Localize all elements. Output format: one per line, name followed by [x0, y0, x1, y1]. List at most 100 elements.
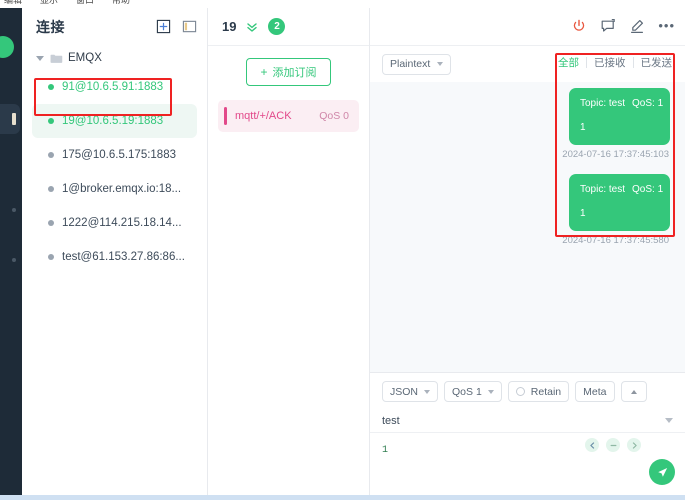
payload-format-select[interactable]: Plaintext — [382, 53, 452, 75]
edit-pencil-icon[interactable] — [629, 18, 645, 34]
message-item: Topic: test QoS: 1 1 2024-07-16 17:37:45… — [370, 82, 685, 168]
tab-all[interactable]: 全部 — [551, 55, 586, 70]
connection-item-91[interactable]: 91@10.6.5.91:1883 — [32, 70, 197, 104]
publish-composer: JSON QoS 1 Retain Meta test 1 — [370, 372, 685, 500]
connection-item-175[interactable]: 175@10.6.5.175:1883 — [32, 138, 197, 172]
folder-icon — [50, 53, 63, 64]
disconnect-power-icon[interactable] — [571, 18, 587, 34]
connection-list: 91@10.6.5.91:1883 19@10.6.5.19:1883 175@… — [22, 70, 207, 274]
new-message-icon[interactable] — [600, 18, 616, 34]
more-options-icon[interactable]: ••• — [658, 19, 675, 32]
connection-group-label: EMQX — [68, 52, 102, 64]
connection-label: 1222@114.215.18.14... — [62, 217, 182, 229]
chevron-down-icon[interactable] — [665, 418, 673, 423]
composer-toolbar: JSON QoS 1 Retain Meta — [370, 373, 685, 409]
chevron-down-icon — [36, 55, 44, 61]
subscriptions-panel: 19 2 + 添加订阅 mqtt/+/ACK QoS 0 — [208, 8, 370, 500]
message-item: Topic: test QoS: 1 1 2024-07-16 17:37:45… — [370, 168, 685, 254]
chevron-down-icon — [487, 389, 494, 394]
collapse-composer-button[interactable] — [620, 381, 647, 402]
meta-button[interactable]: Meta — [575, 381, 615, 402]
publish-topic-value: test — [382, 414, 400, 427]
status-dot — [48, 152, 54, 158]
os-menubar: 编辑 显示 窗口 帮助 — [0, 0, 685, 8]
rail-active-item[interactable] — [0, 104, 20, 134]
status-dot — [48, 118, 54, 124]
add-subscription-label: 添加订阅 — [272, 67, 317, 79]
active-connection-title: 19 — [222, 19, 237, 34]
publish-qos-value: QoS 1 — [452, 385, 482, 398]
connection-item-1-broker[interactable]: 1@broker.emqx.io:18... — [32, 172, 197, 206]
chevron-up-icon — [630, 389, 637, 394]
publish-payload-value: 1 — [382, 445, 389, 456]
payload-format-value: Plaintext — [390, 58, 431, 70]
message-timestamp: 2024-07-16 17:37:45:103 — [562, 149, 669, 160]
menu-item-edit[interactable]: 编辑 — [4, 0, 22, 5]
toggle-panel-icon[interactable] — [182, 19, 197, 34]
connection-item-1222[interactable]: 1222@114.215.18.14... — [32, 206, 197, 240]
connection-label: 1@broker.emqx.io:18... — [62, 183, 182, 195]
send-button[interactable] — [649, 459, 675, 485]
user-avatar[interactable] — [0, 36, 14, 58]
history-clear-icon[interactable] — [606, 438, 620, 452]
messages-header-actions: ••• — [571, 18, 675, 34]
publish-topic-row[interactable]: test — [370, 409, 685, 433]
message-qos: QoS: 1 — [632, 184, 664, 195]
connection-group-emqx[interactable]: EMQX — [22, 46, 207, 70]
payload-history-controls — [585, 438, 641, 452]
message-bubble-header: Topic: test QoS: 1 — [580, 97, 663, 110]
status-dot — [48, 84, 54, 90]
tab-received[interactable]: 已接收 — [587, 55, 633, 70]
menu-item-view[interactable]: 显示 — [40, 0, 58, 5]
app-rail — [0, 8, 22, 500]
connections-header-actions — [156, 19, 197, 34]
publish-payload-row[interactable]: 1 — [370, 433, 685, 493]
subscription-count-badge: 2 — [268, 18, 286, 35]
chevron-down-icon — [437, 62, 444, 66]
retain-radio-icon — [515, 387, 525, 396]
connections-header: 连接 — [22, 8, 207, 46]
menu-item-help[interactable]: 帮助 — [112, 0, 130, 5]
connections-title: 连接 — [36, 19, 65, 35]
new-connection-icon[interactable] — [156, 19, 171, 34]
connection-label: 91@10.6.5.91:1883 — [62, 81, 164, 93]
message-timestamp: 2024-07-16 17:37:45:580 — [562, 235, 669, 246]
connection-label: 19@10.6.5.19:1883 — [62, 115, 164, 127]
mqttx-app-window: 编辑 显示 窗口 帮助 连接 EMQX 91@10.6.5.91:1883 19… — [0, 0, 685, 500]
meta-label: Meta — [583, 385, 607, 398]
rail-dot-1[interactable] — [12, 208, 16, 212]
double-chevron-down-icon[interactable] — [245, 20, 259, 34]
connection-item-19[interactable]: 19@10.6.5.19:1883 — [32, 104, 197, 138]
rail-dot-2[interactable] — [12, 258, 16, 262]
subscription-item[interactable]: mqtt/+/ACK QoS 0 — [218, 100, 359, 132]
status-dot — [48, 220, 54, 226]
history-next-icon[interactable] — [627, 438, 641, 452]
publish-qos-select[interactable]: QoS 1 — [444, 381, 502, 402]
add-subscription-button[interactable]: + 添加订阅 — [246, 58, 331, 86]
tab-sent[interactable]: 已发送 — [634, 55, 680, 70]
message-bubble[interactable]: Topic: test QoS: 1 1 — [569, 88, 670, 145]
publish-format-select[interactable]: JSON — [382, 381, 439, 402]
history-prev-icon[interactable] — [585, 438, 599, 452]
messages-panel: ••• Plaintext 全部 已接收 已发送 Topic: test QoS… — [370, 8, 685, 500]
messages-list[interactable]: Topic: test QoS: 1 1 2024-07-16 17:37:45… — [370, 82, 685, 372]
menu-item-window[interactable]: 窗口 — [76, 0, 94, 5]
message-topic: Topic: test — [580, 98, 626, 109]
message-payload: 1 — [580, 208, 586, 219]
connection-label: 175@10.6.5.175:1883 — [62, 149, 176, 161]
payload-format-row: Plaintext 全部 已接收 已发送 — [370, 46, 685, 82]
status-dot — [48, 186, 54, 192]
retain-label: Retain — [530, 385, 562, 398]
subscription-qos: QoS 0 — [319, 110, 349, 122]
connection-item-test[interactable]: test@61.153.27.86:86... — [32, 240, 197, 274]
message-bubble[interactable]: Topic: test QoS: 1 1 — [569, 174, 670, 231]
message-topic: Topic: test — [580, 184, 626, 195]
publish-format-value: JSON — [390, 385, 419, 398]
messages-header: ••• — [370, 8, 685, 46]
message-bubble-header: Topic: test QoS: 1 — [580, 183, 663, 196]
bottom-scroll-strip[interactable] — [0, 495, 685, 500]
connections-panel: 连接 EMQX 91@10.6.5.91:1883 19@10.6.5.19:1… — [22, 8, 208, 500]
add-subscription-wrap: + 添加订阅 — [208, 46, 369, 96]
retain-toggle[interactable]: Retain — [507, 381, 570, 402]
chevron-down-icon — [424, 389, 431, 394]
